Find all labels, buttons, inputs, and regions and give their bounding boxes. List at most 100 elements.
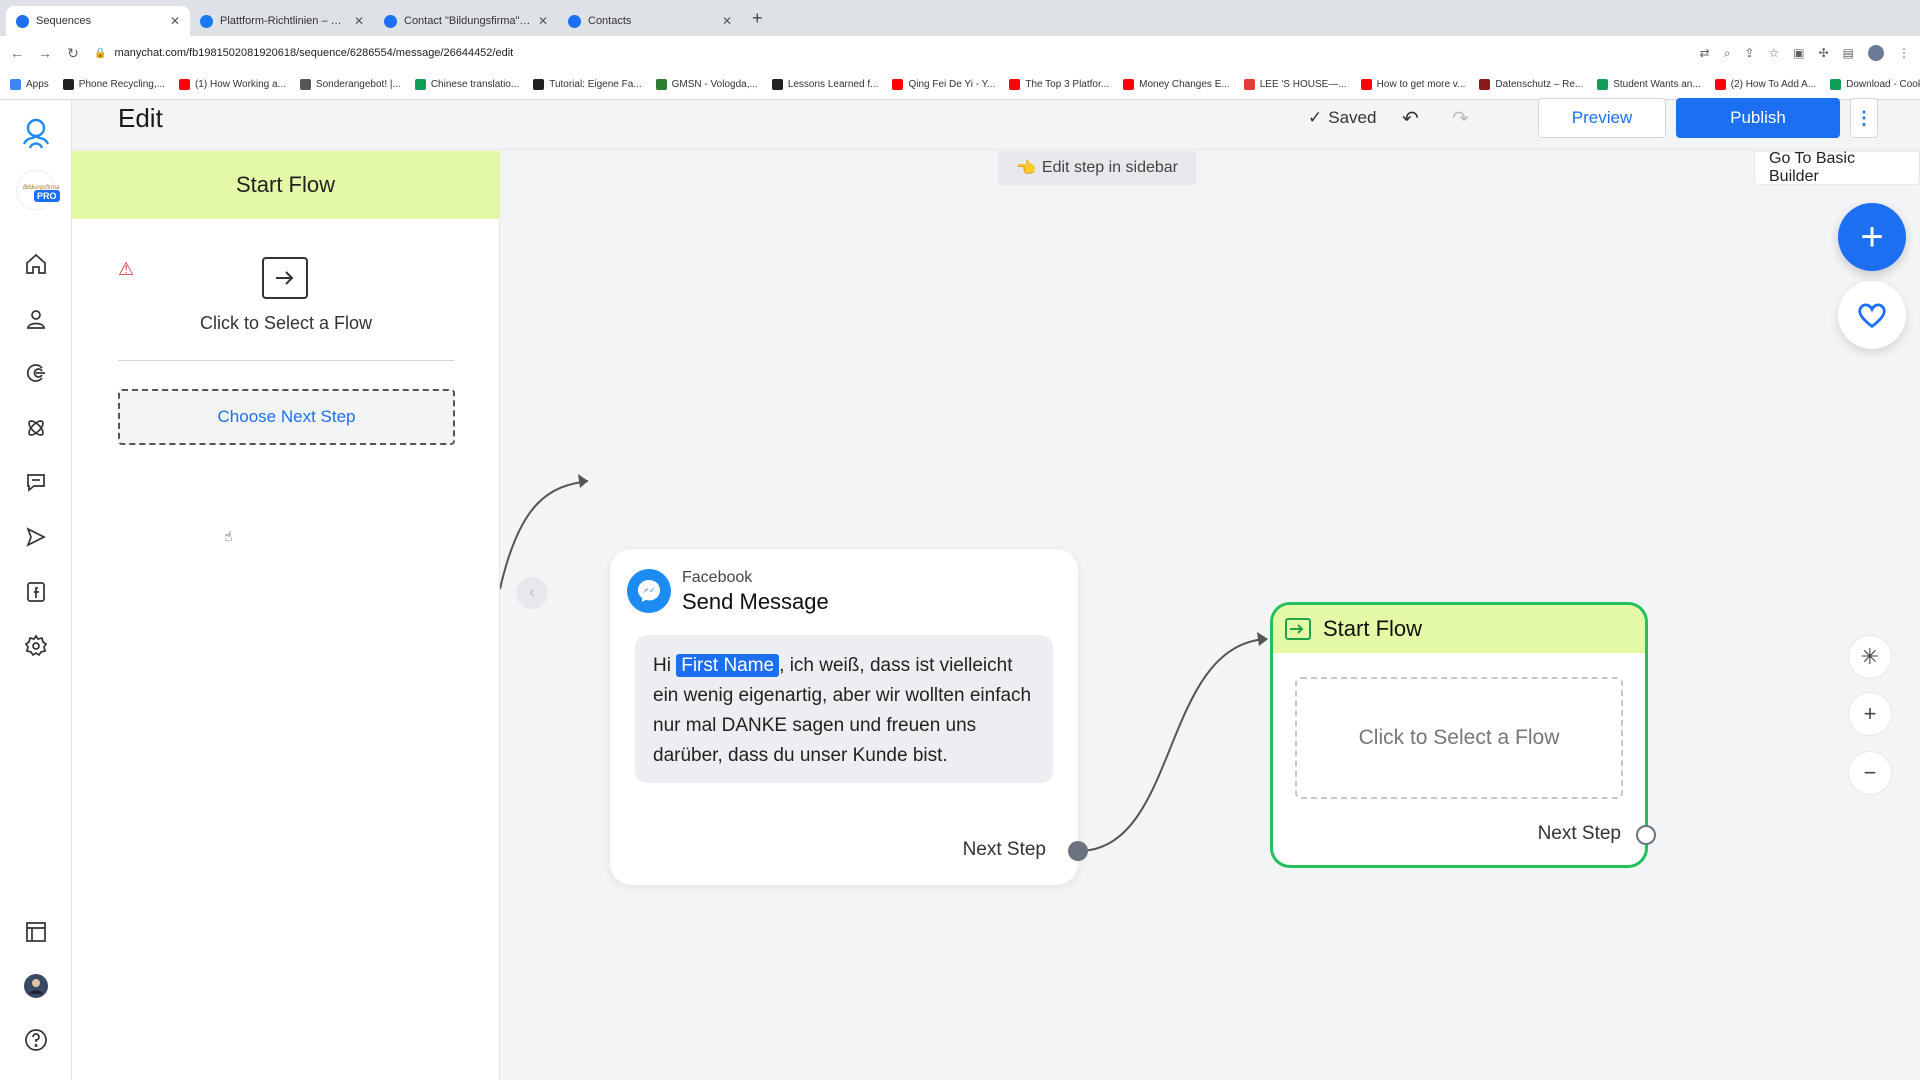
- flow-canvas[interactable]: 👈 Edit step in sidebar Go To Basic Build…: [500, 150, 1920, 1080]
- youtube-icon: [1009, 79, 1021, 90]
- auto-arrange-button[interactable]: ✳: [1848, 635, 1892, 679]
- start-flow-node[interactable]: Start Flow Click to Select a Flow Next S…: [1270, 602, 1656, 868]
- bookmark-item[interactable]: Apps: [10, 79, 49, 90]
- bookmark-item[interactable]: (1) How Working a...: [178, 79, 286, 90]
- next-step-connector-handle[interactable]: [1636, 825, 1656, 845]
- bookmark-item[interactable]: Chinese translatio...: [414, 79, 519, 90]
- templates-icon[interactable]: [22, 918, 50, 946]
- zoom-icon[interactable]: ⌕: [1724, 46, 1731, 61]
- zoom-in-button[interactable]: +: [1848, 692, 1892, 736]
- sidebar-toggle-icon[interactable]: ▤: [1843, 46, 1854, 60]
- bookmark-item[interactable]: Lessons Learned f...: [771, 79, 878, 90]
- new-tab-button[interactable]: +: [742, 8, 773, 29]
- bookmark-item[interactable]: Money Changes E...: [1123, 79, 1230, 90]
- message-text-bubble[interactable]: Hi First Name, ich weiß, dass ist vielle…: [635, 635, 1053, 783]
- redo-icon[interactable]: ↷: [1452, 106, 1469, 131]
- browser-menu-icon[interactable]: ⋮: [1898, 46, 1910, 60]
- automation-icon[interactable]: [22, 414, 50, 442]
- send-message-node[interactable]: Facebook Send Message Hi First Name, ich…: [610, 549, 1088, 885]
- bookmark-item[interactable]: How to get more v...: [1360, 79, 1465, 90]
- user-avatar[interactable]: [22, 972, 50, 1000]
- home-icon[interactable]: [22, 250, 50, 278]
- youtube-icon: [1360, 79, 1372, 90]
- manychat-logo-icon[interactable]: [16, 114, 56, 154]
- growth-tools-icon[interactable]: [22, 359, 50, 387]
- add-step-button[interactable]: +: [1838, 203, 1906, 271]
- undo-icon[interactable]: ↶: [1402, 106, 1419, 131]
- select-flow-placeholder[interactable]: Click to Select a Flow: [1295, 677, 1623, 799]
- tab-title: Sequences: [36, 15, 92, 27]
- zoom-in-icon: +: [1863, 701, 1877, 726]
- collapse-sidebar-button[interactable]: ‹: [516, 577, 548, 609]
- bookmark-item[interactable]: Tutorial: Eigene Fa...: [533, 79, 642, 90]
- go-to-basic-builder-button[interactable]: Go To Basic Builder: [1754, 150, 1920, 185]
- puzzle-icon[interactable]: ✣: [1819, 46, 1829, 60]
- translate-icon[interactable]: ⇄: [1700, 46, 1710, 60]
- live-chat-icon[interactable]: [22, 468, 50, 496]
- extension-icon[interactable]: ▣: [1793, 46, 1804, 60]
- browser-toolbar-icons: ⇄ ⌕ ⇪ ☆ ▣ ✣ ▤ ⋮: [1700, 45, 1910, 61]
- manychat-favicon-icon: [384, 14, 397, 28]
- bookmark-item[interactable]: GMSN - Vologda,...: [655, 79, 758, 90]
- browser-tab-contacts[interactable]: Contacts ✕: [558, 6, 742, 36]
- bookmark-item[interactable]: (2) How To Add A...: [1714, 79, 1816, 90]
- browser-tab-platform-guidelines[interactable]: Plattform-Richtlinien – Übersicht ✕: [190, 6, 374, 36]
- browser-tab-sequences[interactable]: Sequences ✕: [6, 6, 190, 36]
- bookmark-item[interactable]: Student Wants an...: [1597, 79, 1701, 90]
- help-icon[interactable]: [22, 1026, 50, 1054]
- next-step-connector-handle[interactable]: [1068, 841, 1088, 861]
- step-sidebar: Start Flow ⚠ Click to Select a Flow Choo…: [72, 151, 500, 1080]
- bookmark-favicon-icon: [414, 79, 426, 90]
- first-name-variable[interactable]: First Name: [676, 654, 780, 677]
- tab-close-icon[interactable]: ✕: [538, 14, 548, 28]
- contacts-icon[interactable]: [22, 305, 50, 333]
- choose-next-step-button[interactable]: Choose Next Step: [118, 389, 455, 445]
- zoom-out-button[interactable]: −: [1848, 751, 1892, 795]
- bookmark-item[interactable]: Phone Recycling,...: [62, 79, 165, 90]
- next-step-label: Next Step: [962, 839, 1046, 860]
- bookmark-favicon-icon: [1830, 79, 1842, 90]
- bookmark-item[interactable]: Sonderangebot! |...: [299, 79, 401, 90]
- select-flow-link[interactable]: Click to Select a Flow: [72, 313, 500, 334]
- magic-wand-icon: ✳: [1860, 644, 1880, 669]
- profile-avatar[interactable]: [1868, 45, 1884, 61]
- start-flow-icon[interactable]: [262, 257, 308, 299]
- facebook-page-icon[interactable]: [22, 578, 50, 606]
- broadcast-icon[interactable]: [22, 523, 50, 551]
- url-field[interactable]: 🔒 manychat.com/fb198150208192061​8/seque…: [94, 47, 1686, 59]
- address-bar: ← → ↻ 🔒 manychat.com/fb198150208192061​8…: [0, 36, 1920, 70]
- node-platform-label: Facebook: [682, 569, 753, 586]
- back-arrow-icon[interactable]: ←: [10, 45, 24, 61]
- more-options-button[interactable]: ⋮: [1850, 98, 1878, 138]
- youtube-icon: [892, 79, 904, 90]
- reload-icon[interactable]: ↻: [66, 45, 80, 62]
- bookmark-item[interactable]: Datenschutz – Re...: [1479, 79, 1583, 90]
- publish-button[interactable]: Publish: [1676, 98, 1840, 138]
- bookmark-item[interactable]: Download - Cooki...: [1830, 79, 1920, 90]
- bookmark-favicon-icon: [299, 79, 311, 90]
- tab-close-icon[interactable]: ✕: [170, 14, 180, 28]
- start-flow-icon: [1285, 618, 1311, 640]
- bookmark-star-icon[interactable]: ☆: [1768, 46, 1779, 60]
- browser-tab-contact[interactable]: Contact "Bildungsfirma" through ✕: [374, 6, 558, 36]
- forward-arrow-icon[interactable]: →: [38, 45, 52, 61]
- node-title: Send Message: [682, 589, 829, 614]
- tab-close-icon[interactable]: ✕: [354, 14, 364, 28]
- favorites-button[interactable]: [1838, 281, 1906, 349]
- youtube-icon: [178, 79, 190, 90]
- saved-label: Saved: [1328, 108, 1377, 127]
- left-navigation: Bildungsfirma PRO: [0, 100, 72, 1080]
- preview-button[interactable]: Preview: [1538, 98, 1666, 138]
- tab-close-icon[interactable]: ✕: [722, 14, 732, 28]
- share-icon[interactable]: ⇪: [1744, 46, 1754, 60]
- bookmark-item[interactable]: Qing Fei De Yi - Y...: [892, 79, 995, 90]
- manychat-favicon-icon: [16, 14, 29, 28]
- page-title: Edit: [118, 103, 163, 133]
- sidebar-title: Start Flow: [72, 151, 499, 219]
- airbnb-icon: [1243, 79, 1255, 90]
- bookmark-item[interactable]: LEE 'S HOUSE—...: [1243, 79, 1347, 90]
- browser-tab-bar: Sequences ✕ Plattform-Richtlinien – Über…: [0, 0, 1920, 36]
- youtube-icon: [1714, 79, 1726, 90]
- settings-icon[interactable]: [22, 632, 50, 660]
- bookmark-item[interactable]: The Top 3 Platfor...: [1009, 79, 1109, 90]
